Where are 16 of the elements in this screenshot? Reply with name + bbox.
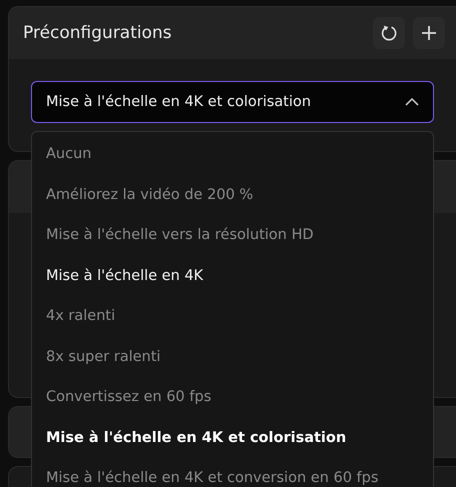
add-button[interactable] xyxy=(413,17,445,49)
menu-item[interactable]: Améliorez la vidéo de 200 % xyxy=(32,174,433,215)
menu-item[interactable]: Mise à l'échelle en 4K et conversion en 60 fps xyxy=(32,458,433,487)
panel-title: Préconfigurations xyxy=(23,23,173,43)
menu-item[interactable]: Mise à l'échelle en 4K et colorisation xyxy=(32,418,433,458)
plus-icon xyxy=(420,24,438,42)
menu-item[interactable]: Convertissez en 60 fps xyxy=(32,377,433,418)
menu-item[interactable]: Mise à l'échelle vers la résolution HD xyxy=(32,215,433,256)
reset-button[interactable] xyxy=(373,17,405,49)
preset-dropdown[interactable]: Mise à l'échelle en 4K et colorisation xyxy=(31,81,434,123)
menu-item[interactable]: Aucun xyxy=(32,134,433,174)
menu-item[interactable]: 4x ralenti xyxy=(32,296,433,336)
refresh-icon xyxy=(380,24,398,42)
menu-item[interactable]: 8x super ralenti xyxy=(32,336,433,377)
menu-item[interactable]: Mise à l'échelle en 4K xyxy=(32,256,433,296)
caret-icon xyxy=(405,98,419,106)
